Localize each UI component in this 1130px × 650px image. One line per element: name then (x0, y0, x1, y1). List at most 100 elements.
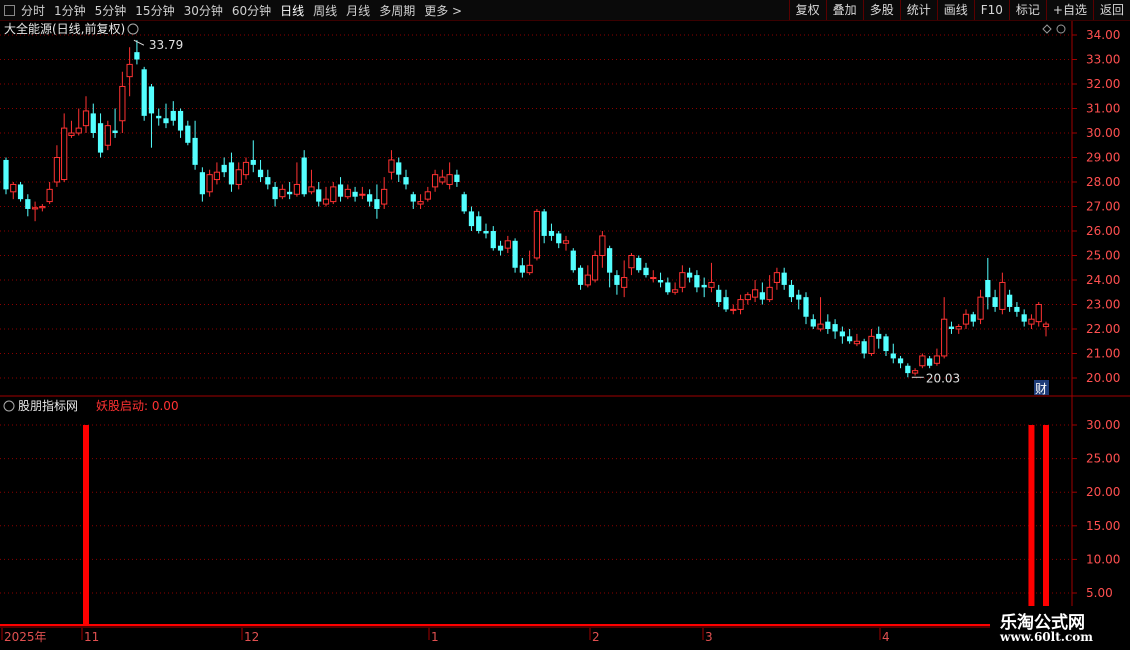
candle-body-down (228, 162, 235, 185)
indicator-series-label: 妖股启动: 0.00 (96, 399, 179, 413)
candle-body-down (141, 69, 147, 116)
watermark: 乐淘公式网 www.60lt.com (990, 606, 1130, 650)
candle-body-up (650, 277, 657, 280)
candle-body-up (766, 286, 773, 301)
indicator-dropdown-icon[interactable] (3, 400, 15, 412)
candle-body-down (970, 314, 976, 322)
price-tick-label: 32.00 (1086, 77, 1120, 91)
candle-body-down (723, 297, 729, 310)
candle-body-down (992, 297, 998, 307)
candle-body-down (170, 110, 176, 121)
x-axis-label: 2 (592, 630, 600, 644)
candle-body-down (257, 169, 264, 178)
candle-body-down (890, 353, 896, 359)
price-tick-label: 29.00 (1086, 151, 1120, 165)
candle-body-down (97, 123, 104, 153)
candle-body-down (3, 159, 9, 190)
indicator-tick-label: 20.00 (1086, 485, 1120, 499)
kline-chart[interactable]: 34.00 33.00 32.00 31.00 30.00 29.00 28.00 27.00… (0, 0, 1130, 650)
candle-body-down (221, 164, 227, 173)
candle-body-down (788, 284, 795, 298)
candle-body-down (716, 289, 722, 303)
price-tick-label: 26.00 (1086, 224, 1120, 238)
candle-body-up (737, 299, 744, 310)
candle-body-down (643, 267, 649, 276)
candle-body-down (250, 159, 256, 165)
candle-body-down (483, 231, 489, 234)
diamond-icon[interactable] (1042, 24, 1052, 34)
candle-body-down (352, 191, 358, 197)
candle-body-up (330, 186, 337, 203)
candle-body-up (308, 186, 315, 193)
candle-body-up (919, 355, 926, 367)
cai-badge: 财 (1035, 382, 1047, 396)
candle-body-up (359, 193, 366, 196)
candle-body-up (1028, 318, 1035, 325)
candle-body-down (541, 211, 547, 236)
indicator-tick-label: 10.00 (1086, 552, 1120, 566)
candle-body-down (337, 184, 344, 197)
candle-body-up (599, 235, 606, 256)
candle-body-down (636, 257, 642, 271)
candle-body-up (708, 281, 715, 288)
candle-body-up (61, 127, 68, 181)
candle-body-up (322, 198, 330, 205)
candle-body-down (156, 115, 162, 119)
candle-body-down (316, 189, 322, 202)
price-tick-label: 24.00 (1086, 273, 1120, 287)
candle-body-down (163, 118, 169, 124)
candle-body-up (679, 272, 686, 288)
candle-body-down (1021, 314, 1027, 322)
x-axis-label: 2025年 (4, 630, 47, 644)
candle-body-up (431, 174, 439, 188)
title-dropdown-icon[interactable] (127, 23, 139, 35)
candle-body-down (905, 365, 911, 374)
main-chart-title: 大全能源(日线,前复权) (4, 21, 125, 36)
x-axis-label: 11 (84, 630, 99, 644)
candle-body-up (868, 335, 875, 355)
candle-body-down (657, 280, 664, 283)
candle-body-down (490, 231, 496, 249)
candle-body-down (403, 177, 409, 185)
candle-body-down (17, 184, 24, 200)
candle-body-down (861, 341, 867, 354)
candle-body-down (810, 319, 816, 327)
candle-body-down (519, 265, 525, 273)
candle-body-down (803, 297, 809, 317)
candle-body-up (999, 281, 1006, 310)
candle-body-down (927, 358, 933, 366)
candle-body-up (104, 125, 111, 146)
candle-body-up (911, 370, 919, 374)
candle-body-down (287, 191, 293, 195)
candle-body-up (977, 296, 984, 320)
candle-body-up (10, 183, 17, 193)
candle-body-down (410, 194, 416, 202)
candle-body-down (556, 233, 562, 244)
price-tick-label: 25.00 (1086, 249, 1120, 263)
candle-body-up (533, 210, 541, 259)
price-tick-label: 33.00 (1086, 53, 1120, 67)
candle-body-up (853, 340, 861, 345)
candle-body-up (962, 313, 970, 325)
candle-body-up (591, 255, 599, 281)
high-price-label: 33.79 (149, 38, 183, 52)
candle-body-up (744, 294, 751, 301)
candle-body-up (1042, 323, 1050, 328)
candle-body-down (665, 282, 671, 293)
candle-body-up (417, 201, 424, 205)
candle-body-down (701, 284, 707, 288)
price-tick-label: 22.00 (1086, 322, 1120, 336)
candle-body-up (279, 188, 286, 198)
candle-body-up (933, 355, 941, 364)
candle-body-down (985, 280, 991, 298)
candle-body-down (548, 231, 555, 236)
indicator-tick-label: 5.00 (1086, 586, 1113, 600)
candle-body-down (25, 199, 31, 209)
x-axis-label: 4 (882, 630, 890, 644)
candle-body-down (614, 275, 620, 285)
candle-body-up (46, 188, 53, 203)
x-axis-label: 3 (705, 630, 713, 644)
candle-body-up (773, 272, 781, 283)
settings-circle-icon[interactable] (1056, 24, 1066, 34)
price-tick-label: 27.00 (1086, 200, 1120, 214)
